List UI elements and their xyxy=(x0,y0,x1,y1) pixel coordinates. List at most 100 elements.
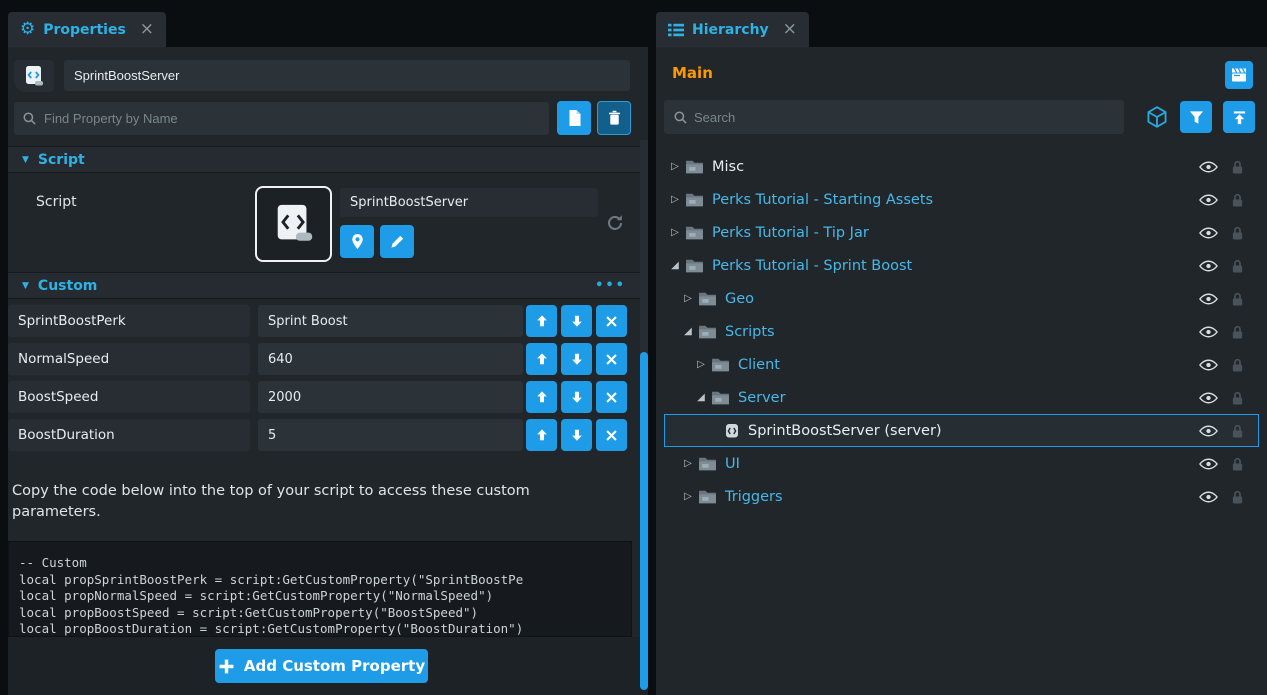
visibility-eye-icon[interactable] xyxy=(1199,458,1218,470)
properties-tab[interactable]: ⚙ Properties × xyxy=(8,12,166,47)
move-up-button[interactable] xyxy=(526,343,557,375)
move-down-button[interactable] xyxy=(561,305,592,337)
move-down-button[interactable] xyxy=(561,381,592,413)
expander-icon[interactable]: ▷ xyxy=(680,491,696,502)
close-icon[interactable]: × xyxy=(140,21,154,38)
tree-item-label: Perks Tutorial - Tip Jar xyxy=(712,225,869,241)
script-asset-slot[interactable] xyxy=(255,186,332,262)
reset-icon[interactable] xyxy=(605,213,625,233)
move-down-button[interactable] xyxy=(561,419,592,451)
expander-icon[interactable]: ▷ xyxy=(667,227,683,238)
remove-property-button[interactable] xyxy=(596,343,627,375)
lock-icon[interactable] xyxy=(1231,192,1244,208)
collapse-arrow-icon[interactable]: ▼ xyxy=(22,281,29,291)
expander-icon[interactable]: ▷ xyxy=(667,194,683,205)
tree-item-label: Triggers xyxy=(725,489,783,505)
hierarchy-tab[interactable]: Hierarchy × xyxy=(656,12,809,47)
hierarchy-tree-row[interactable]: ◢ Server xyxy=(664,381,1259,414)
delete-button[interactable] xyxy=(597,101,631,135)
property-value-field[interactable]: Sprint Boost xyxy=(258,305,523,337)
hierarchy-tree-row[interactable]: ▷ Geo xyxy=(664,282,1259,315)
move-up-button[interactable] xyxy=(526,419,557,451)
lock-icon[interactable] xyxy=(1231,489,1244,505)
script-name-field[interactable]: SprintBoostServer xyxy=(340,188,598,217)
script-section-header[interactable]: ▼ Script xyxy=(8,146,640,173)
lock-icon[interactable] xyxy=(1231,324,1244,340)
expander-icon[interactable]: ▷ xyxy=(693,359,709,370)
hierarchy-tree-row[interactable]: ▷ UI xyxy=(664,447,1259,480)
property-value-field[interactable]: 2000 xyxy=(258,381,523,413)
property-name-field[interactable]: BoostDuration xyxy=(8,419,250,451)
visibility-eye-icon[interactable] xyxy=(1199,359,1218,371)
visibility-eye-icon[interactable] xyxy=(1199,260,1218,272)
expander-icon[interactable]: ◢ xyxy=(693,392,709,403)
visibility-eye-icon[interactable] xyxy=(1199,425,1218,437)
expander-icon[interactable]: ▷ xyxy=(667,161,683,172)
visibility-eye-icon[interactable] xyxy=(1199,491,1218,503)
lock-icon[interactable] xyxy=(1231,258,1244,274)
lock-icon[interactable] xyxy=(1231,456,1244,472)
lock-icon[interactable] xyxy=(1231,390,1244,406)
hierarchy-tree-row[interactable]: ▷ Triggers xyxy=(664,480,1259,513)
custom-section-header[interactable]: ▼ Custom ••• xyxy=(8,272,640,299)
visibility-eye-icon[interactable] xyxy=(1199,392,1218,404)
expander-icon[interactable]: ◢ xyxy=(667,260,683,271)
hierarchy-tree-row[interactable]: ▷ Perks Tutorial - Tip Jar xyxy=(664,216,1259,249)
tree-item-label: Perks Tutorial - Sprint Boost xyxy=(712,258,912,274)
edit-script-button[interactable] xyxy=(380,225,414,258)
property-search-input[interactable] xyxy=(14,102,549,135)
visibility-eye-icon[interactable] xyxy=(1199,227,1218,239)
property-name-field[interactable]: NormalSpeed xyxy=(8,343,250,375)
property-name-field[interactable]: SprintBoostPerk xyxy=(8,305,250,337)
move-up-button[interactable] xyxy=(526,305,557,337)
filter-button[interactable] xyxy=(1180,101,1212,133)
lock-icon[interactable] xyxy=(1231,357,1244,373)
expander-icon[interactable]: ▷ xyxy=(680,458,696,469)
expander-icon[interactable]: ◢ xyxy=(680,326,696,337)
add-custom-property-button[interactable]: Add Custom Property xyxy=(215,649,428,683)
lock-icon[interactable] xyxy=(1231,159,1244,175)
hierarchy-tree-row[interactable]: ▷ Client xyxy=(664,348,1259,381)
hierarchy-search-input[interactable] xyxy=(664,100,1124,134)
script-icon xyxy=(724,423,740,439)
copy-properties-button[interactable] xyxy=(557,101,591,135)
move-down-button[interactable] xyxy=(561,343,592,375)
remove-property-button[interactable] xyxy=(596,419,627,451)
folder-icon xyxy=(698,291,717,306)
scene-root-label[interactable]: Main xyxy=(672,64,713,82)
hierarchy-tree-row[interactable]: ▷ Perks Tutorial - Starting Assets xyxy=(664,183,1259,216)
cube-icon[interactable] xyxy=(1146,106,1168,132)
folder-icon xyxy=(698,489,717,504)
visibility-eye-icon[interactable] xyxy=(1199,293,1218,305)
hierarchy-tree-row[interactable]: ◢ Scripts xyxy=(664,315,1259,348)
property-name-field[interactable]: BoostSpeed xyxy=(8,381,250,413)
property-value-field[interactable]: 5 xyxy=(258,419,523,451)
trash-icon xyxy=(607,110,622,126)
scrollbar-thumb[interactable] xyxy=(640,352,648,690)
find-in-project-button[interactable] xyxy=(340,225,374,258)
lock-icon[interactable] xyxy=(1231,291,1244,307)
visibility-eye-icon[interactable] xyxy=(1199,194,1218,206)
collapse-arrow-icon[interactable]: ▼ xyxy=(22,155,29,165)
expander-icon[interactable]: ▷ xyxy=(680,293,696,304)
remove-property-button[interactable] xyxy=(596,305,627,337)
move-to-top-button[interactable] xyxy=(1223,101,1255,133)
hierarchy-tree-row[interactable]: ▷ Misc xyxy=(664,150,1259,183)
scene-settings-button[interactable] xyxy=(1225,61,1253,89)
remove-property-button[interactable] xyxy=(596,381,627,413)
properties-scrollbar[interactable] xyxy=(640,140,648,637)
ellipsis-menu-icon[interactable]: ••• xyxy=(595,278,626,293)
close-icon[interactable]: × xyxy=(783,21,797,38)
object-name-input[interactable] xyxy=(64,60,630,91)
lock-icon[interactable] xyxy=(1231,225,1244,241)
property-value-field[interactable]: 640 xyxy=(258,343,523,375)
hierarchy-tree-row[interactable]: SprintBoostServer (server) xyxy=(664,414,1259,447)
arrow-down-icon xyxy=(570,428,584,442)
lock-icon[interactable] xyxy=(1231,423,1244,439)
script-field-label: Script xyxy=(36,194,77,210)
code-block[interactable]: -- Custom local propSprintBoostPerk = sc… xyxy=(8,541,632,637)
hierarchy-tree-row[interactable]: ◢ Perks Tutorial - Sprint Boost xyxy=(664,249,1259,282)
visibility-eye-icon[interactable] xyxy=(1199,326,1218,338)
visibility-eye-icon[interactable] xyxy=(1199,161,1218,173)
move-up-button[interactable] xyxy=(526,381,557,413)
